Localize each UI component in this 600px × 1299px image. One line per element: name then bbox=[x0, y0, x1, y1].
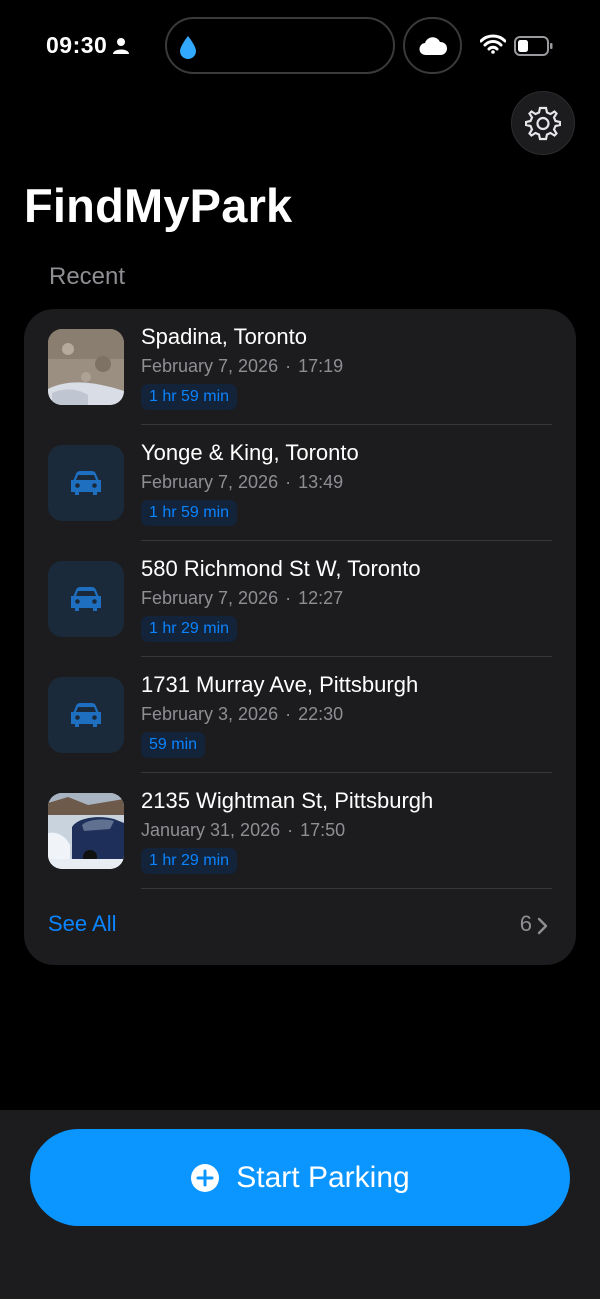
plus-circle-icon bbox=[191, 1163, 220, 1192]
total-count: 6 bbox=[519, 911, 532, 936]
duration-badge: 1 hr 59 min bbox=[141, 384, 238, 410]
status-time: 09:30 bbox=[46, 32, 130, 59]
parking-location: Spadina, Toronto bbox=[141, 324, 307, 349]
parking-datetime: February 7, 2026 · 12:27 bbox=[141, 588, 344, 608]
parking-photo-thumbnail bbox=[48, 329, 124, 405]
app-screen: 09:30 FindMyPark Recent Spadina, Toronto… bbox=[0, 0, 600, 1299]
car-thumbnail bbox=[48, 561, 124, 637]
parking-datetime: February 7, 2026 · 17:19 bbox=[141, 356, 344, 376]
recent-parkings-card: Spadina, Toronto February 7, 2026 · 17:19 … bbox=[24, 309, 576, 965]
car-icon bbox=[71, 587, 101, 611]
list-item[interactable]: Spadina, Toronto February 7, 2026 · 17:19 … bbox=[24, 309, 576, 425]
parking-location: 2135 Wightman St, Pittsburgh bbox=[141, 788, 434, 813]
gear-icon bbox=[525, 106, 561, 141]
app-title: FindMyPark bbox=[24, 179, 293, 232]
duration-badge: 1 hr 29 min bbox=[141, 616, 238, 642]
cloud-icon bbox=[419, 36, 447, 55]
dynamic-island[interactable] bbox=[165, 17, 395, 74]
start-parking-button[interactable]: Start Parking bbox=[30, 1129, 570, 1226]
duration-badge: 1 hr 29 min bbox=[141, 848, 238, 874]
car-thumbnail bbox=[48, 677, 124, 753]
parking-location: 1731 Murray Ave, Pittsburgh bbox=[141, 672, 419, 697]
car-icon bbox=[71, 471, 101, 495]
duration-badge: 59 min bbox=[141, 732, 206, 758]
see-all-link[interactable]: See All bbox=[48, 911, 117, 937]
parking-datetime: February 3, 2026 · 22:30 bbox=[141, 704, 344, 724]
parking-location: Yonge & King, Toronto bbox=[141, 440, 359, 465]
parking-location: 580 Richmond St W, Toronto bbox=[141, 556, 421, 581]
chevron-right-icon[interactable] bbox=[537, 917, 549, 935]
car-thumbnail bbox=[48, 445, 124, 521]
car-icon bbox=[71, 703, 101, 727]
start-parking-label: Start Parking bbox=[236, 1160, 410, 1194]
battery-icon bbox=[514, 36, 553, 56]
divider bbox=[141, 888, 552, 889]
duration-badge: 1 hr 59 min bbox=[141, 500, 238, 526]
parking-datetime: February 7, 2026 · 13:49 bbox=[141, 472, 344, 492]
person-icon bbox=[113, 37, 130, 54]
parking-photo-thumbnail bbox=[48, 793, 124, 869]
list-item[interactable]: 2135 Wightman St, Pittsburgh January 31,… bbox=[24, 773, 576, 889]
settings-button[interactable] bbox=[511, 91, 575, 155]
parking-datetime: January 31, 2026 · 17:50 bbox=[141, 820, 346, 840]
water-drop-icon bbox=[180, 36, 196, 59]
clock: 09:30 bbox=[46, 32, 108, 58]
wifi-icon bbox=[480, 34, 506, 54]
list-item[interactable]: 1731 Murray Ave, Pittsburgh February 3, … bbox=[24, 657, 576, 773]
section-label-recent: Recent bbox=[49, 263, 126, 290]
weather-pill[interactable] bbox=[403, 17, 462, 74]
list-item[interactable]: Yonge & King, Toronto February 7, 2026 · 1… bbox=[24, 425, 576, 541]
list-item[interactable]: 580 Richmond St W, Toronto February 7, 2… bbox=[24, 541, 576, 657]
